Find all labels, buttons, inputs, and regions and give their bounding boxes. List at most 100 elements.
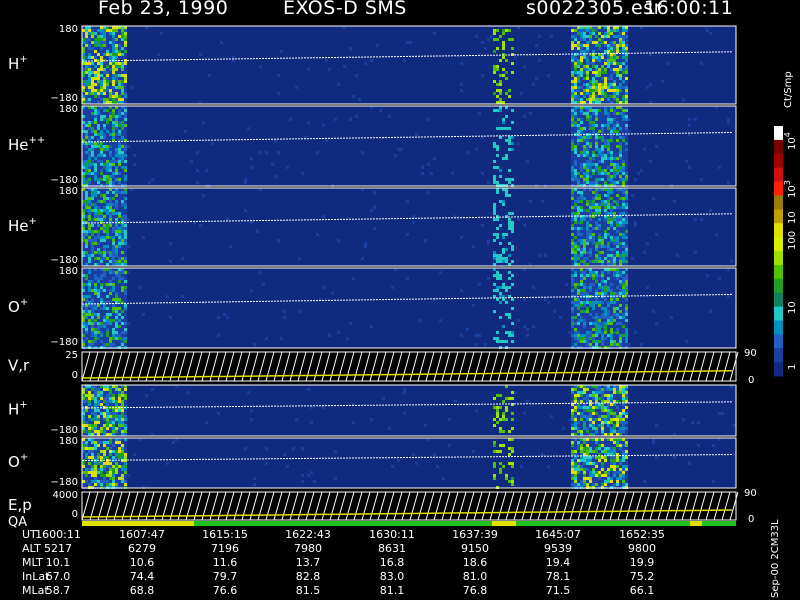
spectro-cell [88,209,91,212]
spectro-cell [115,427,118,430]
spectro-cell [277,239,280,242]
spectro-cell [85,197,88,200]
spectro-cell [586,430,589,433]
spectro-cell [493,218,496,221]
spectro-cell [610,151,613,154]
spectro-cell [613,397,616,400]
spectro-cell [616,409,619,412]
spectro-cell [634,221,637,224]
spectro-cell [607,430,610,433]
spectro-cell [589,115,592,118]
spectro-cell [121,89,124,92]
spectro-cell [622,260,625,263]
spectro-cell [316,151,319,154]
spectro-cell [574,274,577,277]
spectro-cell [112,32,115,35]
panel-0 [81,25,737,105]
spectro-cell [646,242,649,245]
spectro-cell [496,127,499,130]
spectro-cell [106,430,109,433]
spectro-cell [577,298,580,301]
spectro-cell [589,319,592,322]
spectro-cell [427,163,430,166]
spectro-cell [577,254,580,257]
spectro-cell [106,86,109,89]
spectro-cell [103,148,106,151]
spectro-cell [118,35,121,38]
spectro-cell [574,406,577,409]
spectro-cell [85,115,88,118]
spectro-cell [610,145,613,148]
spectro-cell [85,468,88,471]
spectro-cell [85,77,88,80]
spectro-cell [91,218,94,221]
spectro-cell [583,292,586,295]
spectro-cell [589,251,592,254]
spectro-cell [619,178,622,181]
spectro-cell [616,427,619,430]
spectro-cell [589,41,592,44]
spectro-cell [85,157,88,160]
spectro-cell [571,236,574,239]
spectro-cell [598,38,601,41]
spectro-cell [622,337,625,340]
spectro-cell [115,80,118,83]
spectro-cell [625,418,628,421]
spectro-cell [106,283,109,286]
spectro-cell [613,415,616,418]
spectro-cell [595,340,598,343]
spectro-cell [616,29,619,32]
spectro-cell [613,163,616,166]
spectro-cell [115,95,118,98]
spectro-cell [97,172,100,175]
spectro-cell [610,206,613,209]
spectro-cell [109,418,112,421]
spectro-cell [571,80,574,83]
spectro-cell [124,277,127,280]
spectro-cell [118,421,121,424]
spectro-cell [121,319,124,322]
spectro-cell [94,483,97,486]
spectro-cell [613,257,616,260]
spectro-cell [604,178,607,181]
spectro-cell [604,35,607,38]
panel-3 [81,267,737,349]
spectro-cell [613,124,616,127]
spectro-cell [118,109,121,112]
spectro-cell [487,38,490,41]
spectro-cell [109,130,112,133]
spectro-cell [577,257,580,260]
spectro-cell [604,166,607,169]
spectro-cell [112,157,115,160]
spectro-cell [349,118,352,121]
spectro-cell [109,65,112,68]
spectro-cell [607,139,610,142]
spectro-cell [574,139,577,142]
spectro-cell [106,233,109,236]
spectro-cell [580,206,583,209]
spectro-cell [583,310,586,313]
spectro-cell [622,206,625,209]
spectro-cell [589,283,592,286]
spectro-cell [121,397,124,400]
spectro-cell [625,254,628,257]
spectro-cell [604,292,607,295]
spectro-cell [511,136,514,139]
spectro-cell [103,271,106,274]
spectro-cell [496,89,499,92]
spectro-cell [118,121,121,124]
spectro-cell [601,41,604,44]
spectro-cell [610,260,613,263]
spectro-cell [124,313,127,316]
spectro-cell [496,95,499,98]
spectro-cell [601,227,604,230]
spectro-cell [115,127,118,130]
spectro-cell [85,203,88,206]
spectro-cell [727,295,730,298]
spectro-cell [106,35,109,38]
spectro-cell [601,310,604,313]
spectro-cell [121,233,124,236]
spectro-cell [598,307,601,310]
spectro-cell [601,316,604,319]
spectro-cell [97,409,100,412]
